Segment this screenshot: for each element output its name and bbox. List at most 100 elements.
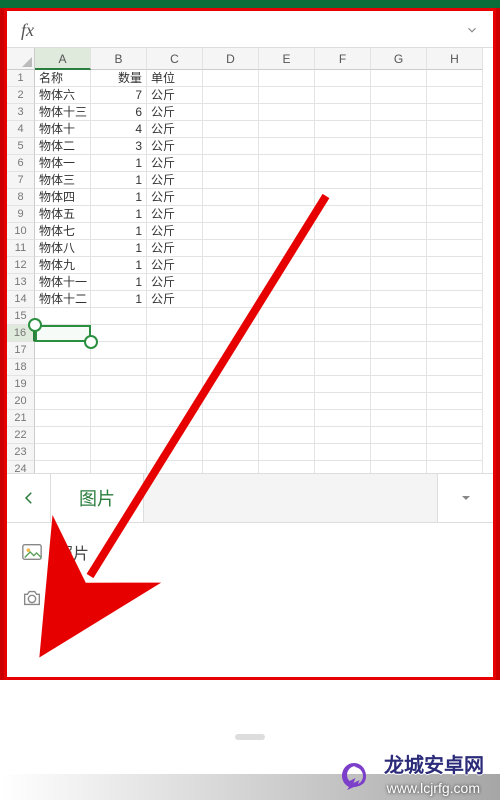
cell-B4[interactable]: 4 [91,121,147,138]
row-header-22[interactable]: 22 [7,427,35,444]
cell-F1[interactable] [315,70,371,87]
cell-G23[interactable] [371,444,427,461]
cell-B15[interactable] [91,308,147,325]
cell-C3[interactable]: 公斤 [147,104,203,121]
cell-F22[interactable] [315,427,371,444]
cell-H16[interactable] [427,325,483,342]
cell-E11[interactable] [259,240,315,257]
cell-A24[interactable] [35,461,91,473]
cell-B1[interactable]: 数量 [91,70,147,87]
cell-H6[interactable] [427,155,483,172]
cell-F7[interactable] [315,172,371,189]
cell-D17[interactable] [203,342,259,359]
cell-D20[interactable] [203,393,259,410]
cell-C10[interactable]: 公斤 [147,223,203,240]
cell-A2[interactable]: 物体六 [35,87,91,104]
cell-C2[interactable]: 公斤 [147,87,203,104]
row-header-20[interactable]: 20 [7,393,35,410]
cell-G13[interactable] [371,274,427,291]
cell-H2[interactable] [427,87,483,104]
cell-B16[interactable] [91,325,147,342]
column-header-B[interactable]: B [91,48,147,70]
cell-F17[interactable] [315,342,371,359]
cell-F2[interactable] [315,87,371,104]
cell-F24[interactable] [315,461,371,473]
cell-C12[interactable]: 公斤 [147,257,203,274]
tab-picture[interactable]: 图片 [51,474,144,522]
cell-A1[interactable]: 名称 [35,70,91,87]
cell-G3[interactable] [371,104,427,121]
cell-E17[interactable] [259,342,315,359]
cell-A11[interactable]: 物体八 [35,240,91,257]
row-header-18[interactable]: 18 [7,359,35,376]
column-header-A[interactable]: A [35,48,91,70]
insert-option-photos[interactable]: 照片 [7,529,493,575]
cell-H18[interactable] [427,359,483,376]
cell-E2[interactable] [259,87,315,104]
cell-D16[interactable] [203,325,259,342]
cell-C11[interactable]: 公斤 [147,240,203,257]
cell-B20[interactable] [91,393,147,410]
cell-B8[interactable]: 1 [91,189,147,206]
cell-E23[interactable] [259,444,315,461]
selection-handle-bottom-right[interactable] [84,335,98,349]
cell-F5[interactable] [315,138,371,155]
row-header-24[interactable]: 24 [7,461,35,473]
select-all-corner[interactable] [7,48,35,70]
tab-more-button[interactable] [437,474,493,522]
cell-G19[interactable] [371,376,427,393]
cell-B10[interactable]: 1 [91,223,147,240]
cell-G18[interactable] [371,359,427,376]
cell-G16[interactable] [371,325,427,342]
cell-D14[interactable] [203,291,259,308]
column-header-H[interactable]: H [427,48,483,70]
selection-handle-top-left[interactable] [28,318,42,332]
cell-G8[interactable] [371,189,427,206]
cell-H5[interactable] [427,138,483,155]
cell-E14[interactable] [259,291,315,308]
row-header-9[interactable]: 9 [7,206,35,223]
cell-G12[interactable] [371,257,427,274]
cell-B14[interactable]: 1 [91,291,147,308]
cell-A21[interactable] [35,410,91,427]
cell-A20[interactable] [35,393,91,410]
cell-B18[interactable] [91,359,147,376]
cell-H19[interactable] [427,376,483,393]
cell-D2[interactable] [203,87,259,104]
cell-E18[interactable] [259,359,315,376]
row-header-13[interactable]: 13 [7,274,35,291]
cell-A6[interactable]: 物体一 [35,155,91,172]
cell-D7[interactable] [203,172,259,189]
cell-A22[interactable] [35,427,91,444]
cell-C21[interactable] [147,410,203,427]
cell-D6[interactable] [203,155,259,172]
cell-F9[interactable] [315,206,371,223]
cell-B3[interactable]: 6 [91,104,147,121]
cell-E16[interactable] [259,325,315,342]
row-header-19[interactable]: 19 [7,376,35,393]
cell-F12[interactable] [315,257,371,274]
cell-H14[interactable] [427,291,483,308]
cell-B22[interactable] [91,427,147,444]
cell-B7[interactable]: 1 [91,172,147,189]
cell-B23[interactable] [91,444,147,461]
cell-H1[interactable] [427,70,483,87]
cell-E9[interactable] [259,206,315,223]
cell-E12[interactable] [259,257,315,274]
cell-D10[interactable] [203,223,259,240]
cell-A12[interactable]: 物体九 [35,257,91,274]
cell-F19[interactable] [315,376,371,393]
cell-C13[interactable]: 公斤 [147,274,203,291]
cell-C15[interactable] [147,308,203,325]
cell-F16[interactable] [315,325,371,342]
cell-C24[interactable] [147,461,203,473]
cell-C18[interactable] [147,359,203,376]
cell-D3[interactable] [203,104,259,121]
cell-F6[interactable] [315,155,371,172]
cell-B12[interactable]: 1 [91,257,147,274]
cell-H23[interactable] [427,444,483,461]
cell-H7[interactable] [427,172,483,189]
row-header-7[interactable]: 7 [7,172,35,189]
cell-H24[interactable] [427,461,483,473]
cell-A7[interactable]: 物体三 [35,172,91,189]
